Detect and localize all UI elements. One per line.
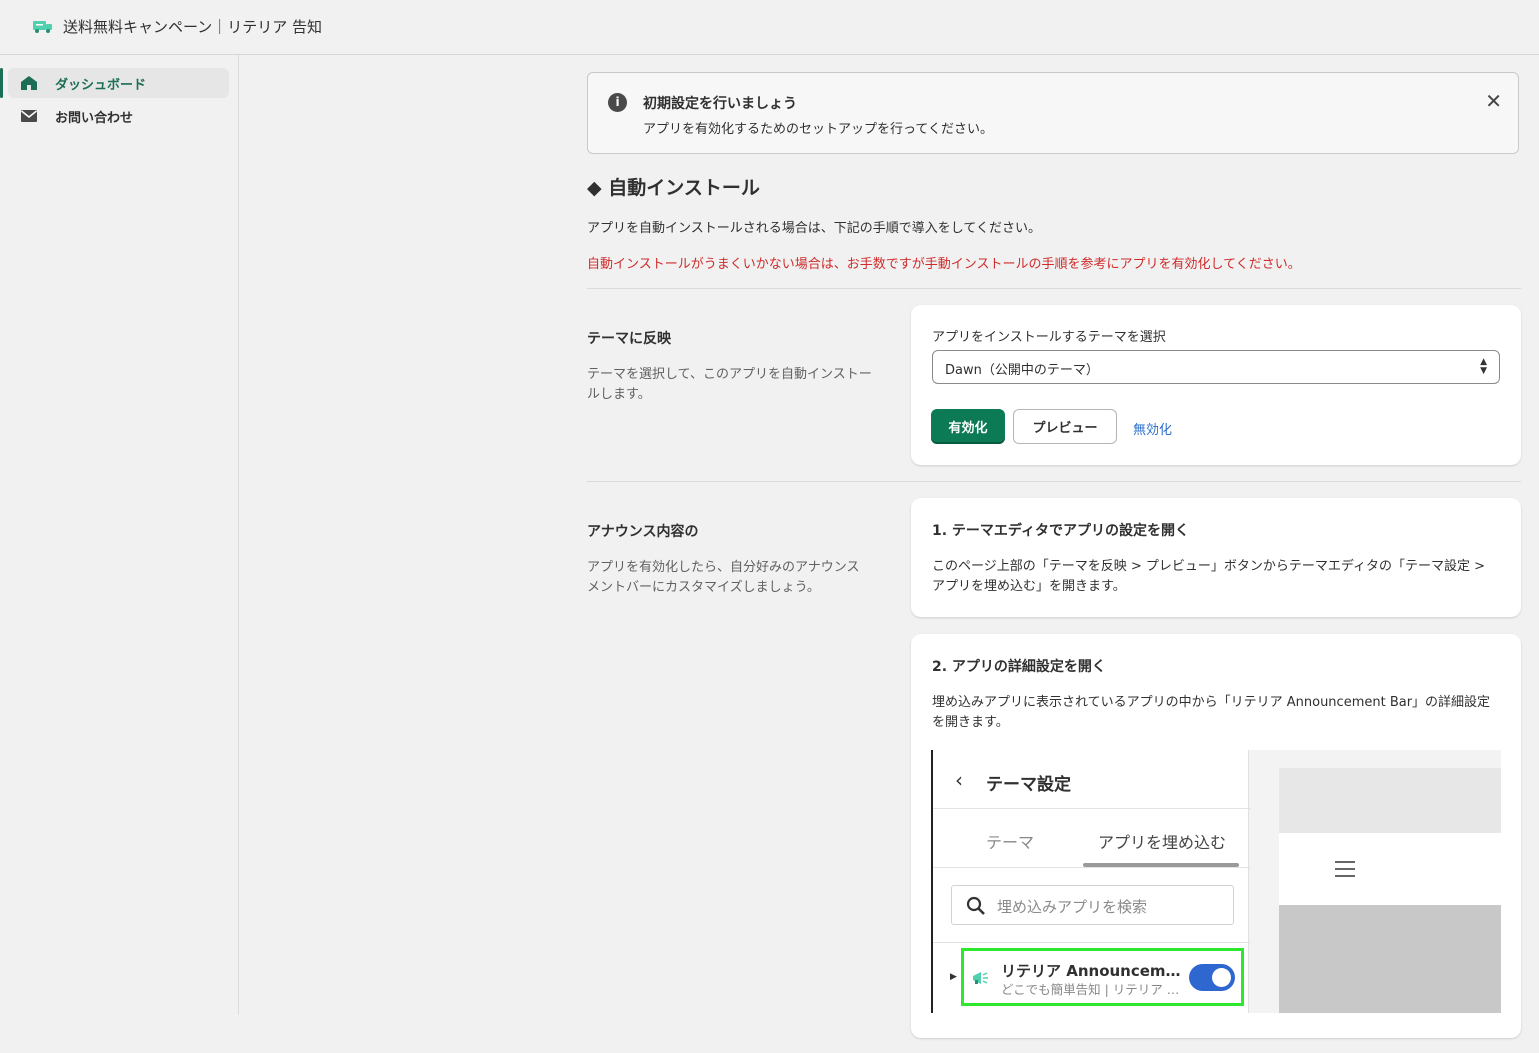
embed-app-name: リテリア Announcement Bar xyxy=(1001,962,1186,980)
settings-panel: ‹ テーマ設定 テーマ アプリを埋め込む 埋め込みアプリを検索 ▶ リテリア A… xyxy=(931,750,1251,1013)
hamburger-icon xyxy=(1335,861,1355,877)
setup-banner: i 初期設定を行いましょう アプリを有効化するためのセットアップを行ってください… xyxy=(587,72,1519,154)
home-icon xyxy=(21,76,37,90)
expand-caret-icon: ▶ xyxy=(950,972,957,982)
step2-title: 2. アプリの詳細設定を開く xyxy=(932,659,1106,675)
close-icon[interactable]: ✕ xyxy=(1485,89,1502,113)
panel-title: テーマ設定 xyxy=(986,775,1071,795)
info-icon: i xyxy=(608,93,627,112)
megaphone-icon xyxy=(973,972,988,984)
embed-search-input: 埋め込みアプリを検索 xyxy=(951,885,1234,925)
banner-title: 初期設定を行いましょう xyxy=(643,96,797,112)
theme-select[interactable]: Dawn（公開中のテーマ） ▲ ▼ xyxy=(932,350,1500,384)
truck-icon xyxy=(33,21,52,33)
divider xyxy=(587,288,1521,289)
select-arrows-icon: ▲ ▼ xyxy=(1480,357,1487,376)
app-title: 送料無料キャンペーン｜リテリア 告知 xyxy=(63,18,323,36)
theme-card: アプリをインストールするテーマを選択 Dawn（公開中のテーマ） ▲ ▼ 有効化 … xyxy=(911,305,1521,465)
active-indicator xyxy=(0,68,3,98)
divider xyxy=(933,808,1251,809)
preview-hero-image xyxy=(1279,905,1501,1013)
select-value: Dawn（公開中のテーマ） xyxy=(945,363,1099,378)
search-icon xyxy=(966,896,985,915)
select-label: アプリをインストールするテーマを選択 xyxy=(932,330,1166,345)
sidebar-item-label: ダッシュボード xyxy=(55,78,147,93)
warning-text: 自動インストールがうまくいかない場合は、お手数ですが手動インストールの手順を参考… xyxy=(587,257,1301,272)
divider xyxy=(587,481,1521,482)
banner-text: アプリを有効化するためのセットアップを行ってください。 xyxy=(643,122,993,137)
announce-heading: アナウンス内容の xyxy=(587,524,699,540)
deactivate-link[interactable]: 無効化 xyxy=(1133,419,1172,438)
tab-app-embeds: アプリを埋め込む xyxy=(1098,833,1227,852)
preview-button[interactable]: プレビュー xyxy=(1013,409,1117,444)
back-icon: ‹ xyxy=(955,768,963,792)
mail-icon xyxy=(21,110,37,122)
sidebar-item-dashboard[interactable]: ダッシュボード xyxy=(8,68,229,98)
tab-theme: テーマ xyxy=(986,833,1035,852)
divider xyxy=(933,942,1251,943)
section-title: ◆ 自動インストール xyxy=(587,177,760,199)
embed-app-subtitle: どこでも簡単告知 | リテリア Announcement Bar xyxy=(1001,982,1186,997)
step1-card: 1. テーマエディタでアプリの設定を開く このページ上部の「テーマを反映 > プ… xyxy=(911,498,1521,617)
sidebar-item-contact[interactable]: お問い合わせ xyxy=(8,101,229,131)
sidebar: ダッシュボード お問い合わせ xyxy=(0,55,239,1015)
theme-text: テーマを選択して、このアプリを自動インストールします。 xyxy=(587,367,872,402)
step1-title: 1. テーマエディタでアプリの設定を開く xyxy=(932,523,1189,539)
sidebar-item-label: お問い合わせ xyxy=(55,111,134,126)
step2-text: 埋め込みアプリに表示されているアプリの中から「リテリア Announcement… xyxy=(932,695,1491,730)
search-placeholder: 埋め込みアプリを検索 xyxy=(997,898,1148,916)
activate-button[interactable]: 有効化 xyxy=(931,409,1005,444)
preview-header xyxy=(1279,768,1501,833)
top-bar: 送料無料キャンペーン｜リテリア 告知 xyxy=(0,0,1539,55)
step1-text: このページ上部の「テーマを反映 > プレビュー」ボタンからテーマエディタの「テー… xyxy=(932,559,1486,594)
section-description: アプリを自動インストールされる場合は、下記の手順で導入をしてください。 xyxy=(587,221,1041,236)
preview-nav xyxy=(1279,833,1501,905)
embed-toggle xyxy=(1189,964,1235,991)
theme-editor-screenshot: ‹ テーマ設定 テーマ アプリを埋め込む 埋め込みアプリを検索 ▶ リテリア A… xyxy=(931,750,1501,1013)
announce-text: アプリを有効化したら、自分好みのアナウンスメントバーにカスタマイズしましょう。 xyxy=(587,560,860,595)
toggle-knob xyxy=(1212,968,1231,987)
theme-heading: テーマに反映 xyxy=(587,331,671,347)
divider xyxy=(933,867,1251,868)
